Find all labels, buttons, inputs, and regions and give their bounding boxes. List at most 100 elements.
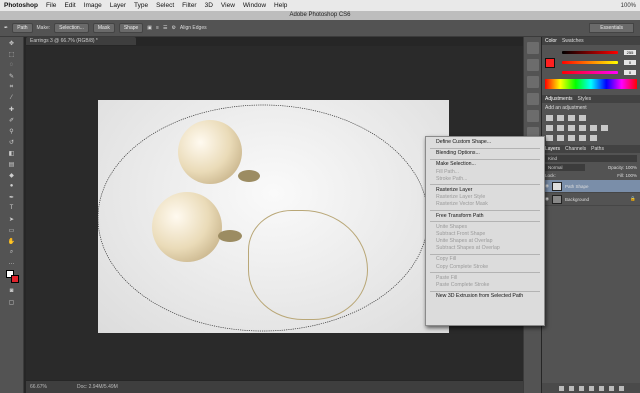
paragraph-panel-icon[interactable] [526,110,539,122]
layer-row-background[interactable]: ◉ Background 🔒 [542,193,640,206]
invert-icon[interactable] [546,135,553,141]
context-menu-item[interactable]: Free Transform Path [426,213,544,220]
gear-icon[interactable]: ⚙ [171,25,175,31]
menu-3d[interactable]: 3D [205,2,213,9]
menu-view[interactable]: View [221,2,235,9]
pen-tool-icon[interactable]: ✒ [4,25,8,31]
align-edges-checkbox[interactable]: Align Edges [180,25,207,31]
path-selection-tool-icon[interactable]: ➤ [2,214,22,224]
vibrance-icon[interactable] [546,125,553,131]
blur-tool-icon[interactable]: ◆ [2,170,22,180]
marquee-tool-icon[interactable]: ⬚ [2,49,22,59]
history-panel-icon[interactable] [526,42,539,54]
levels-icon[interactable] [557,115,564,121]
document-tab[interactable]: Earrings 3 @ 66.7% (RGB/8) * [26,37,136,45]
quick-mask-icon[interactable]: ◙ [2,286,22,296]
zoom-readout[interactable]: 66.67% [30,384,47,390]
new-layer-icon[interactable] [608,385,614,391]
brightness-icon[interactable] [546,115,553,121]
tab-paths[interactable]: Paths [591,145,604,153]
visibility-eye-icon[interactable]: ◉ [545,196,549,202]
photo-filter-icon[interactable] [590,125,597,131]
tab-channels[interactable]: Channels [565,145,586,153]
shape-tool-icon[interactable]: ▭ [2,225,22,235]
selective-color-icon[interactable] [590,135,597,141]
make-selection-button[interactable]: Selection... [54,23,89,33]
add-mask-icon[interactable] [578,385,584,391]
make-shape-button[interactable]: Shape [118,23,144,33]
green-value[interactable]: 0 [624,60,636,65]
context-menu-item[interactable]: Define Custom Shape... [426,139,544,146]
layer-filter-kind[interactable]: Kind [545,155,637,162]
eraser-tool-icon[interactable]: ◧ [2,148,22,158]
link-layers-icon[interactable] [558,385,564,391]
opacity-field[interactable]: Opacity: 100% [608,164,637,171]
new-group-icon[interactable] [598,385,604,391]
make-mask-button[interactable]: Mask [92,23,115,33]
menu-filter[interactable]: Filter [182,2,196,9]
path-arrangement-icon[interactable]: ☰ [163,25,167,31]
move-tool-icon[interactable]: ✥ [2,38,22,48]
history-brush-tool-icon[interactable]: ↺ [2,137,22,147]
clone-stamp-tool-icon[interactable]: ⚲ [2,126,22,136]
curves-icon[interactable] [568,115,575,121]
tab-styles[interactable]: Styles [578,95,592,103]
extras-icon[interactable]: … [2,258,22,268]
tab-layers[interactable]: Layers [545,145,560,153]
threshold-icon[interactable] [568,135,575,141]
path-alignment-icon[interactable]: ≡ [156,25,159,31]
menu-layer[interactable]: Layer [110,2,126,9]
blend-mode-select[interactable]: Normal [545,164,585,171]
layer-row-path-shape[interactable]: ◉ Path Shape [542,180,640,193]
lasso-tool-icon[interactable]: ◌ [2,60,22,70]
adjustment-layer-icon[interactable] [588,385,594,391]
context-menu-item[interactable]: Make Selection... [426,161,544,168]
path-mode-select[interactable]: Path [12,23,33,33]
menu-select[interactable]: Select [156,2,174,9]
path-operations-icon[interactable]: ▣ [147,25,152,31]
hue-saturation-icon[interactable] [557,125,564,131]
gradient-map-icon[interactable] [579,135,586,141]
menu-type[interactable]: Type [134,2,148,9]
blue-value[interactable]: 0 [624,70,636,75]
menu-edit[interactable]: Edit [64,2,75,9]
menu-window[interactable]: Window [243,2,266,9]
blue-slider[interactable] [562,71,618,74]
type-tool-icon[interactable]: T [2,203,22,213]
context-menu-item[interactable]: Rasterize Layer [426,187,544,194]
color-balance-icon[interactable] [568,125,575,131]
healing-brush-tool-icon[interactable]: ✚ [2,104,22,114]
quick-select-tool-icon[interactable]: ✎ [2,71,22,81]
character-panel-icon[interactable] [526,93,539,105]
brush-panel-icon[interactable] [526,76,539,88]
visibility-eye-icon[interactable]: ◉ [545,183,549,189]
context-menu-item[interactable]: Blending Options... [426,150,544,157]
screen-mode-icon[interactable]: ▢ [2,297,22,307]
properties-panel-icon[interactable] [526,59,539,71]
eyedropper-tool-icon[interactable]: ⁄ [2,93,22,103]
workspace-select[interactable]: Essentials [589,23,634,33]
hand-tool-icon[interactable]: ✋ [2,236,22,246]
trash-icon[interactable] [618,385,624,391]
foreground-color-swatch[interactable] [545,58,555,68]
black-white-icon[interactable] [579,125,586,131]
red-slider[interactable] [562,51,618,54]
menu-image[interactable]: Image [84,2,102,9]
dodge-tool-icon[interactable]: ● [2,181,22,191]
red-value[interactable]: 255 [624,50,636,55]
tab-swatches[interactable]: Swatches [562,37,584,45]
green-slider[interactable] [562,61,618,64]
fx-icon[interactable] [568,385,574,391]
menu-file[interactable]: File [46,2,56,9]
tab-color[interactable]: Color [545,37,557,45]
document-image[interactable] [98,100,449,333]
pen-tool-icon[interactable]: ✒ [2,192,22,202]
gradient-tool-icon[interactable]: ▤ [2,159,22,169]
fill-field[interactable]: Fill: 100% [617,173,637,178]
app-menu[interactable]: Photoshop [4,2,38,9]
color-spectrum-ramp[interactable] [545,79,637,89]
channel-mixer-icon[interactable] [601,125,608,131]
exposure-icon[interactable] [579,115,586,121]
context-menu-item[interactable]: New 3D Extrusion from Selected Path [426,293,544,300]
brush-tool-icon[interactable]: ✐ [2,115,22,125]
